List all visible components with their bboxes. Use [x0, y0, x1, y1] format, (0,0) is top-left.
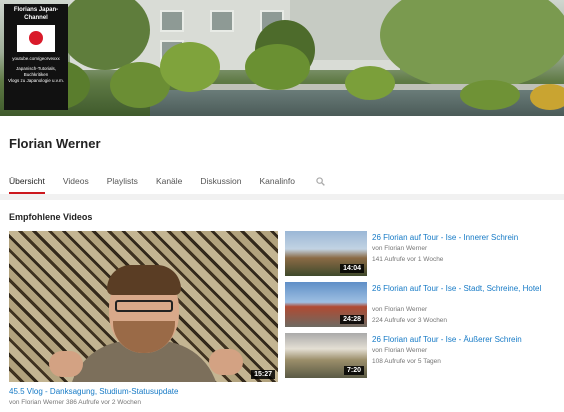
featured-video-title[interactable]: 45.5 Vlog - Danksagung, Studium-Statusup…	[9, 387, 178, 396]
channel-header: Florian Werner Übersicht Videos Playlist…	[0, 116, 564, 194]
video-duration: 24:28	[340, 315, 364, 324]
video-author[interactable]: von Florian Werner	[372, 306, 427, 313]
tab-channels[interactable]: Kanäle	[156, 168, 182, 194]
channel-name: Florian Werner	[9, 136, 101, 151]
featured-video-thumbnail[interactable]: 15:27	[9, 231, 278, 382]
tab-about[interactable]: Kanalinfo	[260, 168, 295, 194]
video-thumbnail[interactable]: 24:28	[285, 282, 367, 327]
list-item: 24:28 26 Florian auf Tour - Ise - Stadt,…	[285, 282, 564, 330]
video-duration: 15:27	[251, 370, 275, 379]
channel-badge: Florians Japan-Channel youtube.com/georv…	[4, 4, 68, 110]
video-thumbnail[interactable]: 7:20	[285, 333, 367, 378]
video-stats: 224 Aufrufe vor 3 Wochen	[372, 317, 448, 324]
video-title[interactable]: 26 Florian auf Tour - Ise - Stadt, Schre…	[372, 284, 552, 294]
channel-banner: Florians Japan-Channel youtube.com/georv…	[0, 0, 564, 116]
badge-desc-1: Japanisch-Tutorials, Buchkritiken	[15, 66, 57, 77]
badge-title: Florians Japan-Channel	[13, 7, 59, 21]
tab-videos[interactable]: Videos	[63, 168, 89, 194]
video-duration: 14:04	[340, 264, 364, 273]
featured-video-meta: von Florian Werner 386 Aufrufe vor 2 Woc…	[9, 399, 141, 406]
video-thumbnail[interactable]: 14:04	[285, 231, 367, 276]
youtube-channel-page: Florians Japan-Channel youtube.com/georv…	[0, 0, 564, 412]
list-item: 7:20 26 Florian auf Tour - Ise - Äußerer…	[285, 333, 564, 381]
tab-overview[interactable]: Übersicht	[9, 168, 45, 194]
section-title: Empfohlene Videos	[9, 212, 93, 222]
search-icon[interactable]	[316, 177, 325, 186]
video-title[interactable]: 26 Florian auf Tour - Ise - Innerer Schr…	[372, 233, 552, 243]
badge-desc-2: Vlogs zu Japanologie u.v.m.	[8, 78, 64, 83]
japan-flag-icon	[17, 25, 55, 52]
tab-discussion[interactable]: Diskussion	[200, 168, 241, 194]
tab-playlists[interactable]: Playlists	[107, 168, 138, 194]
video-author[interactable]: von Florian Werner	[372, 347, 427, 354]
video-stats: 108 Aufrufe vor 5 Tagen	[372, 358, 441, 365]
video-title[interactable]: 26 Florian auf Tour - Ise - Äußerer Schr…	[372, 335, 552, 345]
video-duration: 7:20	[343, 366, 364, 375]
channel-tabs: Übersicht Videos Playlists Kanäle Diskus…	[0, 168, 304, 194]
video-stats: 141 Aufrufe vor 1 Woche	[372, 256, 444, 263]
video-author[interactable]: von Florian Werner	[372, 245, 427, 252]
list-item: 14:04 26 Florian auf Tour - Ise - Innere…	[285, 231, 564, 279]
badge-url: youtube.com/georvexxx	[12, 56, 60, 61]
featured-videos-section: Empfohlene Videos 15:27 45.5 Vlog - Dank…	[0, 200, 564, 412]
